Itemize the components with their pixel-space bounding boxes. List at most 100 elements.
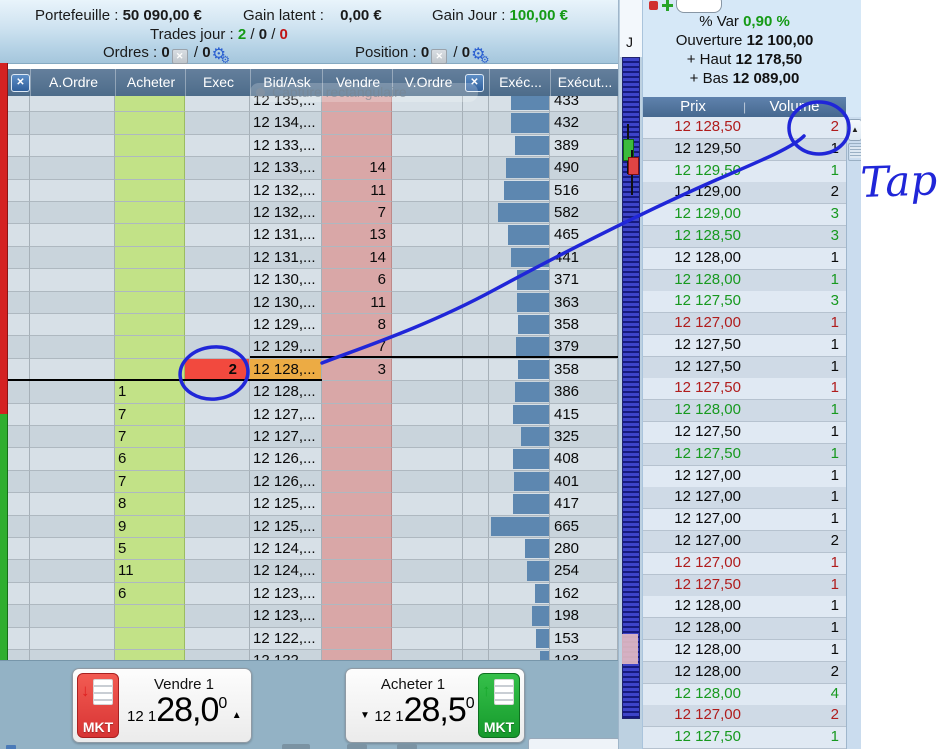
sell-order-cell[interactable] (392, 202, 463, 224)
buy-order-cell[interactable] (30, 448, 115, 470)
price-cell[interactable]: 12 126,... (250, 448, 322, 470)
bottom-tab[interactable] (347, 744, 367, 749)
buy-qty-cell[interactable]: 1 (115, 381, 185, 403)
buy-order-cell[interactable] (30, 381, 115, 403)
buy-qty-cell[interactable] (115, 180, 185, 202)
exec-cell[interactable] (185, 426, 250, 448)
exec-cell[interactable] (185, 650, 250, 660)
sell-qty-cell[interactable]: 11 (322, 180, 392, 202)
buy-qty-cell[interactable] (115, 112, 185, 134)
exec-cell[interactable] (185, 448, 250, 470)
sell-qty-cell[interactable] (322, 538, 392, 560)
sell-qty-cell[interactable] (322, 605, 392, 627)
sell-order-cell[interactable] (392, 314, 463, 336)
exec-cell[interactable] (185, 628, 250, 650)
exec-cell[interactable] (185, 583, 250, 605)
buy-qty-cell[interactable] (115, 247, 185, 269)
price-cell[interactable]: 12 124,... (250, 538, 322, 560)
sell-qty-cell[interactable] (322, 583, 392, 605)
tape-scrollbar[interactable]: ▲ (846, 117, 862, 749)
buy-market-button[interactable]: ↑ MKT (478, 673, 520, 738)
buy-qty-cell[interactable] (115, 650, 185, 660)
price-cell[interactable]: 12 128,... (250, 381, 322, 403)
price-cell[interactable]: 12 125,... (250, 516, 322, 538)
exec-cell[interactable] (185, 493, 250, 515)
exec-cell[interactable] (185, 516, 250, 538)
buy-qty-cell[interactable]: 6 (115, 583, 185, 605)
buy-qty-cell[interactable]: 5 (115, 538, 185, 560)
sell-qty-cell[interactable] (322, 628, 392, 650)
buy-qty-cell[interactable] (115, 628, 185, 650)
buy-qty-cell[interactable] (115, 157, 185, 179)
col-header-exec[interactable]: Exec (185, 69, 251, 96)
price-cell[interactable]: 12 134,... (250, 112, 322, 134)
sell-qty-cell[interactable] (322, 381, 392, 403)
buy-qty-cell[interactable] (115, 96, 185, 112)
sell-qty-cell[interactable] (322, 560, 392, 582)
sell-qty-cell[interactable]: 13 (322, 224, 392, 246)
exec-cell[interactable] (185, 180, 250, 202)
add-icon[interactable] (662, 0, 673, 11)
buy-qty-cell[interactable] (115, 336, 185, 358)
price-cell[interactable]: 12 122,... (250, 628, 322, 650)
col-header-exec-volume[interactable]: Exécut... (550, 69, 619, 96)
exec-cell[interactable] (185, 96, 250, 112)
buy-order-cell[interactable] (30, 135, 115, 157)
sell-qty-cell[interactable] (322, 404, 392, 426)
buy-order-cell[interactable] (30, 516, 115, 538)
col-header-volume[interactable]: Volume (743, 97, 846, 117)
sell-order-cell[interactable] (392, 493, 463, 515)
buy-qty-cell[interactable]: 8 (115, 493, 185, 515)
price-cell[interactable]: 12 133,... (250, 157, 322, 179)
buy-qty-cell[interactable] (115, 605, 185, 627)
buy-qty-cell[interactable] (115, 314, 185, 336)
buy-order-cell[interactable] (30, 471, 115, 493)
sell-order-cell[interactable] (392, 247, 463, 269)
sell-qty-cell[interactable] (322, 135, 392, 157)
buy-order-cell[interactable] (30, 269, 115, 291)
position-settings-icon[interactable]: ⚙⚙ (471, 46, 489, 63)
col-header-prix[interactable]: Prix (643, 97, 743, 117)
buy-order-cell[interactable] (30, 583, 115, 605)
exec-cell[interactable] (185, 224, 250, 246)
buy-qty-cell[interactable] (115, 292, 185, 314)
price-ladder[interactable]: 12 135,...43312 134,...43212 133,...3891… (8, 96, 618, 660)
price-cell[interactable]: 12 128,... (250, 359, 322, 381)
price-cell[interactable]: 12 130,... (250, 292, 322, 314)
sell-qty-cell[interactable]: 8 (322, 314, 392, 336)
buy-order-cell[interactable] (30, 202, 115, 224)
buy-qty-cell[interactable] (115, 224, 185, 246)
sell-qty-cell[interactable] (322, 112, 392, 134)
price-cell[interactable]: 12 126,... (250, 471, 322, 493)
sell-qty-cell[interactable]: 6 (322, 269, 392, 291)
price-cell[interactable]: 12 130,... (250, 269, 322, 291)
cancel-orders-button[interactable]: ✕ (172, 49, 188, 64)
sell-qty-cell[interactable] (322, 493, 392, 515)
price-cell[interactable]: 12 133,... (250, 135, 322, 157)
exec-cell[interactable] (185, 202, 250, 224)
sell-qty-cell[interactable] (322, 516, 392, 538)
exec-cell[interactable] (185, 135, 250, 157)
sell-qty-cell[interactable]: 14 (322, 157, 392, 179)
sell-order-cell[interactable] (392, 471, 463, 493)
sell-order-cell[interactable] (392, 112, 463, 134)
sell-order-cell[interactable] (392, 605, 463, 627)
buy-qty-cell[interactable]: 7 (115, 471, 185, 493)
price-cell[interactable]: 12 127,... (250, 404, 322, 426)
sell-qty-cell[interactable]: 14 (322, 247, 392, 269)
sell-order-cell[interactable] (392, 224, 463, 246)
sell-order-cell[interactable] (392, 448, 463, 470)
sell-order-cell[interactable] (392, 180, 463, 202)
mini-chart-strip[interactable]: J (618, 0, 643, 749)
sell-qty-cell[interactable]: 3 (322, 359, 392, 381)
buy-qty-cell[interactable] (115, 135, 185, 157)
price-cell[interactable]: 12 127,... (250, 426, 322, 448)
exec-cell[interactable] (185, 336, 250, 358)
buy-qty-cell[interactable]: 11 (115, 560, 185, 582)
exec-cell[interactable] (185, 381, 250, 403)
sell-order-cell[interactable] (392, 583, 463, 605)
sell-order-cell[interactable] (392, 292, 463, 314)
buy-order-cell[interactable] (30, 560, 115, 582)
price-cell[interactable]: 12 132,... (250, 202, 322, 224)
price-cell[interactable]: 12 125,... (250, 493, 322, 515)
